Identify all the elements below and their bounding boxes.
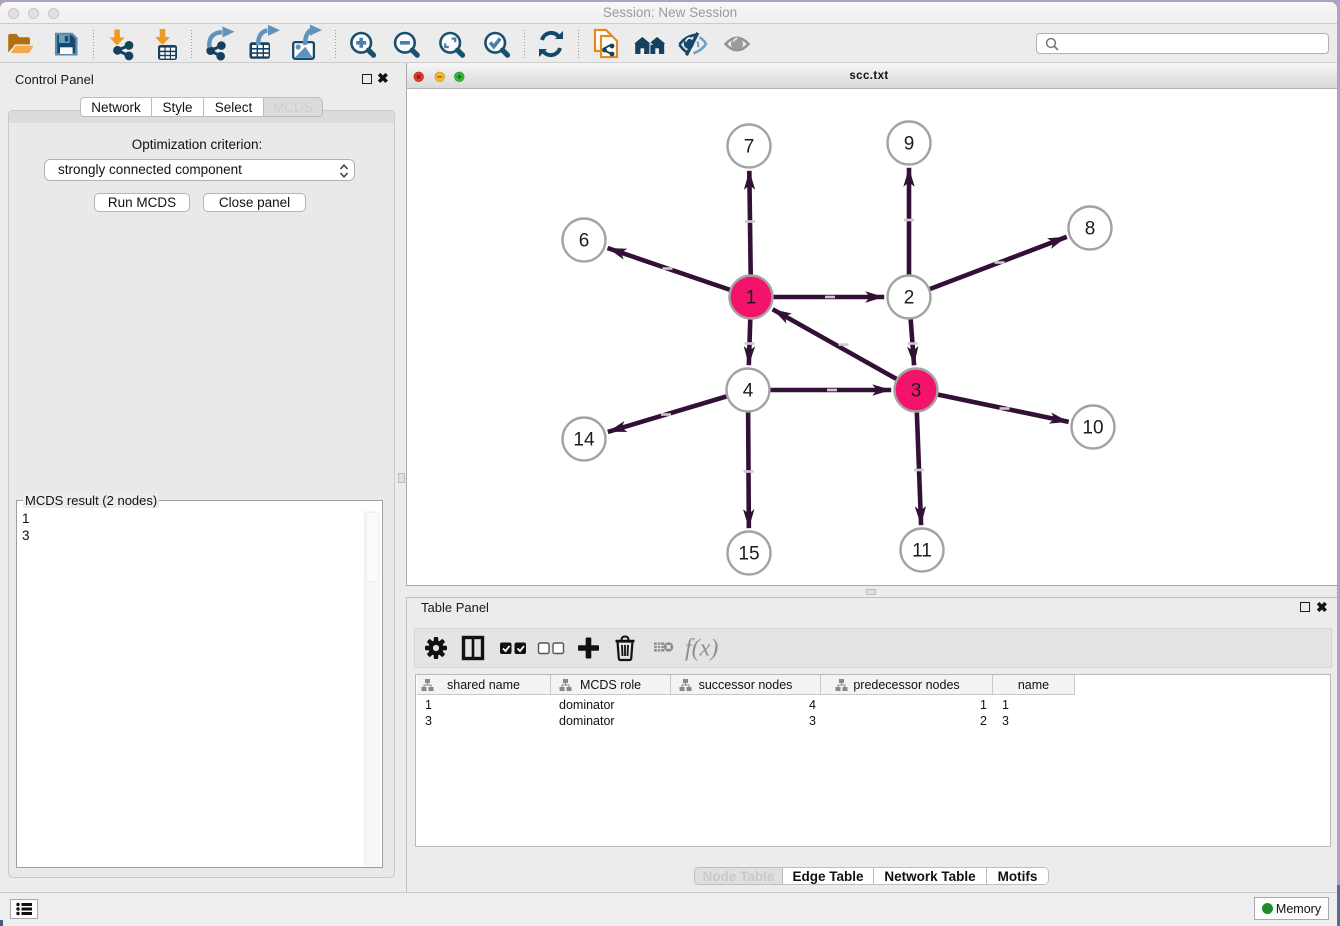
- svg-text:9: 9: [904, 134, 915, 155]
- svg-text:6: 6: [579, 231, 590, 252]
- svg-text:7: 7: [744, 137, 755, 158]
- svg-text:14: 14: [573, 430, 595, 451]
- svg-text:4: 4: [743, 381, 754, 402]
- svg-text:11: 11: [912, 541, 932, 562]
- svg-text:2: 2: [904, 288, 915, 309]
- svg-text:f(x): f(x): [685, 636, 718, 662]
- svg-text:1: 1: [746, 288, 757, 309]
- svg-text:3: 3: [911, 381, 922, 402]
- svg-text:10: 10: [1082, 418, 1103, 439]
- svg-text:8: 8: [1085, 219, 1096, 240]
- svg-text:15: 15: [738, 544, 759, 565]
